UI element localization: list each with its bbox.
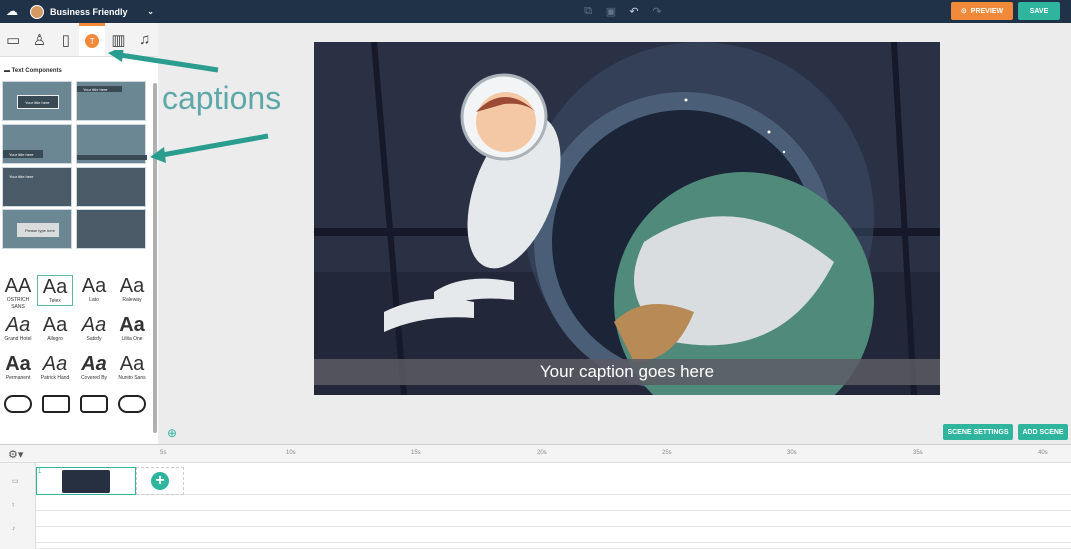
- scene-canvas[interactable]: Your caption goes here: [314, 42, 940, 395]
- text-component-thumb[interactable]: Your title here: [2, 124, 72, 164]
- speech-bubble[interactable]: [4, 395, 32, 413]
- tick-label: 35s: [913, 450, 923, 456]
- redo-icon[interactable]: ↷: [647, 2, 667, 20]
- tick-label: 40s: [1038, 450, 1048, 456]
- top-bar: ☁ Business Friendly ⌄ ⧉ ▣ ↶ ↷ ⊙ PREVIEW …: [0, 0, 1071, 23]
- tick-label: 25s: [662, 450, 672, 456]
- font-option[interactable]: Aa Grand Hotel: [0, 314, 36, 343]
- font-option[interactable]: AA OSTRICH SANS: [0, 275, 36, 311]
- preview-label: PREVIEW: [970, 7, 1004, 15]
- save-button[interactable]: SAVE: [1018, 2, 1060, 20]
- font-option[interactable]: Aa Nunito Sans: [114, 353, 150, 382]
- font-option[interactable]: Aa Lilita One: [114, 314, 150, 343]
- image-icon: ▭: [6, 31, 21, 49]
- section-title: ▬ Text Components: [4, 68, 62, 74]
- plus-icon: +: [151, 472, 169, 490]
- scene-track: [36, 463, 1071, 495]
- font-option[interactable]: Aa Satisfy: [76, 314, 112, 343]
- project-selector[interactable]: Business Friendly ⌄: [30, 0, 160, 23]
- avatar: [30, 4, 44, 19]
- text-component-thumb[interactable]: [76, 167, 146, 207]
- add-scene-slot[interactable]: +: [136, 467, 184, 495]
- project-name: Business Friendly: [50, 6, 128, 17]
- text-component-thumb[interactable]: Your title here: [2, 167, 72, 207]
- caption-text[interactable]: Your caption goes here: [314, 359, 940, 385]
- chevron-down-icon: ⌄: [147, 7, 154, 16]
- edit-toolbar: ⧉ ▣ ↶ ↷: [578, 2, 667, 20]
- text-icon: T: [85, 34, 100, 48]
- extra-track[interactable]: [36, 527, 1071, 543]
- voice-icon: ♮: [12, 502, 15, 509]
- track-icons: ▭ ♮ ♪: [0, 463, 36, 549]
- font-option[interactable]: Aa Raleway: [114, 275, 150, 304]
- image-tab[interactable]: ▭: [0, 23, 26, 56]
- speech-bubble[interactable]: [80, 395, 108, 413]
- copy-icon[interactable]: ⧉: [578, 2, 598, 20]
- paste-icon[interactable]: ▣: [601, 2, 621, 20]
- scene-thumbnail: [62, 470, 110, 493]
- tick-label: 5s: [160, 450, 167, 456]
- font-option[interactable]: Aa Permanent: [0, 353, 36, 382]
- voice-track[interactable]: [36, 495, 1071, 511]
- music-icon: ♫: [139, 31, 151, 48]
- clip-number: 1: [38, 469, 42, 475]
- zoom-icon[interactable]: ⊕: [167, 426, 177, 440]
- play-icon: ⊙: [960, 8, 967, 15]
- font-option[interactable]: Aa Patrick Hand: [37, 353, 73, 382]
- video-icon: ▭: [12, 478, 19, 485]
- text-component-thumb[interactable]: Your title here: [2, 81, 72, 121]
- device-icon: ▯: [61, 31, 70, 49]
- tick-label: 10s: [286, 450, 296, 456]
- timeline: ⚙▾ 5s 10s 15s 20s 25s 30s 35s 40s ▭ ♮ ♪ …: [0, 444, 1071, 549]
- scene-illustration: [314, 42, 940, 395]
- text-component-thumb[interactable]: [76, 209, 146, 249]
- font-option[interactable]: Aa Allegro: [37, 314, 73, 343]
- chart-icon: ▥: [111, 31, 126, 49]
- thought-bubble[interactable]: [118, 395, 146, 413]
- text-component-thumb[interactable]: Please type here: [2, 209, 72, 249]
- speech-bubble[interactable]: [42, 395, 70, 413]
- annotation-label: captions: [162, 80, 282, 116]
- add-scene-button[interactable]: ADD SCENE: [1018, 424, 1068, 440]
- device-tab[interactable]: ▯: [53, 23, 79, 56]
- tick-label: 30s: [787, 450, 797, 456]
- undo-icon[interactable]: ↶: [624, 2, 644, 20]
- music-icon: ♪: [12, 525, 16, 532]
- timeline-ruler: ⚙▾ 5s 10s 15s 20s 25s 30s 35s 40s: [0, 445, 1071, 463]
- character-icon: ♙: [32, 31, 47, 49]
- font-option-selected[interactable]: Aa Telex: [37, 275, 73, 306]
- scene-settings-button[interactable]: SCENE SETTINGS: [943, 424, 1013, 440]
- scene-clip[interactable]: 1: [36, 467, 136, 495]
- music-track[interactable]: [36, 511, 1071, 527]
- tick-label: 15s: [411, 450, 421, 456]
- preview-button[interactable]: ⊙ PREVIEW: [951, 2, 1013, 20]
- tick-label: 20s: [537, 450, 547, 456]
- font-option[interactable]: Aa Covered By: [76, 353, 112, 382]
- character-tab[interactable]: ♙: [26, 23, 52, 56]
- cloud-upload-icon[interactable]: ☁: [4, 3, 20, 19]
- font-option[interactable]: Aa Lato: [76, 275, 112, 304]
- gear-icon[interactable]: ⚙▾: [8, 448, 23, 461]
